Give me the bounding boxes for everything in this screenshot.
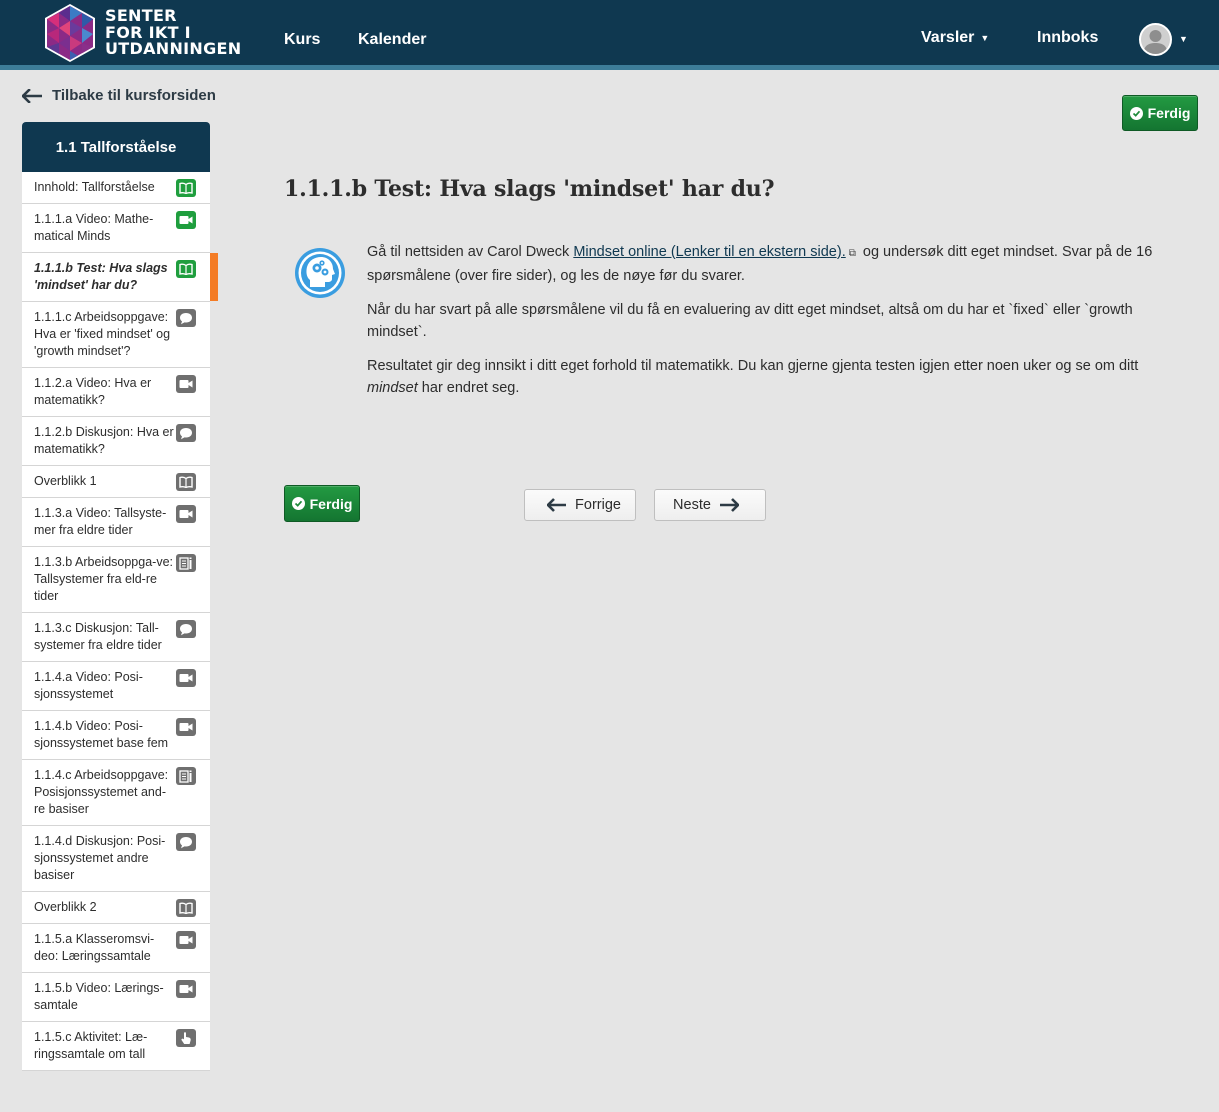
previous-label: Forrige [575, 497, 621, 513]
nav-kurs-link[interactable]: Kurs [284, 31, 320, 49]
avatar[interactable] [1139, 23, 1172, 56]
page-content: Gå til nettsiden av Carol Dweck Mindset … [367, 241, 1177, 411]
chat-icon [176, 424, 196, 442]
arrow-left-icon [22, 88, 42, 103]
chevron-down-icon: ▼ [980, 33, 990, 43]
logo-hexagon-icon [45, 4, 95, 62]
book-icon [176, 179, 196, 197]
sidebar-item[interactable]: 1.1.1.a Video: Mathe-matical Minds [22, 204, 210, 253]
back-to-course-link[interactable]: Tilbake til kursforsiden [22, 87, 216, 104]
next-button[interactable]: Neste [654, 489, 766, 521]
senter-logo[interactable]: SENTER FOR IKT I UTDANNINGEN [44, 4, 241, 62]
top-navigation-bar: SENTER FOR IKT I UTDANNINGEN Kurs Kalend… [0, 0, 1219, 65]
module-sidebar: 1.1 Tallforståelse Innhold: Tallforståel… [22, 122, 218, 1071]
ferdig-button-bottom[interactable]: Ferdig [284, 485, 360, 522]
video-icon [176, 669, 196, 687]
ferdig-button-top[interactable]: Ferdig [1122, 95, 1198, 131]
assignment-icon [176, 767, 196, 785]
avatar-chevron-down-icon[interactable]: ▼ [1179, 34, 1188, 44]
mindset-head-gears-icon [295, 248, 345, 298]
sidebar-item[interactable]: 1.1.3.c Diskusjon: Tall-systemer fra eld… [22, 613, 210, 662]
page-title: 1.1.1.b Test: Hva slags 'mindset' har du… [284, 176, 775, 202]
sidebar-item[interactable]: 1.1.4.b Video: Posi-sjonssystemet base f… [22, 711, 210, 760]
video-icon [176, 211, 196, 229]
sidebar-item-label: 1.1.4.d Diskusjon: Posi-sjonssystemet an… [34, 834, 166, 882]
pointer-icon [176, 1029, 196, 1047]
sidebar-item-label: 1.1.4.b Video: Posi-sjonssystemet base f… [34, 719, 169, 750]
sidebar-item[interactable]: 1.1.1.c Arbeidsoppgave: Hva er 'fixed mi… [22, 302, 210, 368]
sidebar-item-label: 1.1.5.c Aktivitet: Læ-ringssamtale om ta… [34, 1030, 148, 1061]
header-stripe [0, 65, 1219, 70]
sidebar-item-label: 1.1.3.b Arbeidsoppga-ve: Tallsystemer fr… [34, 555, 173, 603]
sidebar-item[interactable]: 1.1.5.b Video: Lærings-samtale [22, 973, 210, 1022]
mindset-online-link[interactable]: Mindset online (Lenker til en ekstern si… [573, 244, 845, 260]
content-paragraph-2: Når du har svart på alle spørsmålene vil… [367, 302, 1133, 340]
sidebar-item-label: 1.1.5.a Klasseromsvi-deo: Læringssamtale [34, 932, 155, 963]
sidebar-item-label: 1.1.1.b Test: Hva slags 'mindset' har du… [34, 261, 168, 292]
chat-icon [176, 833, 196, 851]
video-icon [176, 718, 196, 736]
sidebar-item[interactable]: 1.1.3.a Video: Tallsyste-mer fra eldre t… [22, 498, 210, 547]
external-link-icon: ⧉ [848, 248, 856, 259]
ferdig-label: Ferdig [1147, 105, 1191, 121]
check-circle-icon [1129, 106, 1143, 120]
next-label: Neste [673, 497, 711, 513]
sidebar-item[interactable]: 1.1.4.d Diskusjon: Posi-sjonssystemet an… [22, 826, 210, 892]
sidebar-item-label: 1.1.5.b Video: Lærings-samtale [34, 981, 164, 1012]
sidebar-item-label: 1.1.2.b Diskusjon: Hva er matematikk? [34, 425, 174, 456]
nav-kalender-link[interactable]: Kalender [358, 31, 426, 49]
book-icon [176, 899, 196, 917]
assignment-icon [176, 554, 196, 572]
user-silhouette-icon [1143, 30, 1168, 54]
nav-varsler-menu[interactable]: Varsler ▼ [921, 29, 989, 47]
nav-varsler-label: Varsler [921, 29, 975, 46]
video-icon [176, 375, 196, 393]
video-icon [176, 505, 196, 523]
chat-icon [176, 620, 196, 638]
sidebar-item-list: Innhold: Tallforståelse 1.1.1.a Video: Ma… [22, 172, 218, 1071]
sidebar-title: 1.1 Tallforståelse [22, 122, 210, 172]
chat-icon [176, 309, 196, 327]
video-icon [176, 931, 196, 949]
sidebar-item-label: 1.1.4.c Arbeidsoppgave: Posisjonssysteme… [34, 768, 169, 816]
sidebar-item[interactable]: 1.1.3.b Arbeidsoppga-ve: Tallsystemer fr… [22, 547, 210, 613]
sidebar-item[interactable]: 1.1.1.b Test: Hva slags 'mindset' har du… [22, 253, 218, 302]
p3-text-before: Resultatet gir deg innsikt i ditt eget f… [367, 358, 1139, 374]
book-icon [176, 260, 196, 278]
nav-innboks-link[interactable]: Innboks [1037, 29, 1098, 47]
arrow-left-icon [547, 498, 567, 512]
ferdig-label: Ferdig [309, 495, 353, 512]
sidebar-item-label: 1.1.2.a Video: Hva er matematikk? [34, 376, 152, 407]
sidebar-item[interactable]: Overblikk 1 [22, 466, 210, 498]
video-icon [176, 980, 196, 998]
check-circle-icon [291, 497, 305, 510]
sidebar-item[interactable]: 1.1.4.c Arbeidsoppgave: Posisjonssysteme… [22, 760, 210, 826]
arrow-right-icon [719, 498, 739, 512]
sidebar-item-label: Overblikk 2 [34, 900, 97, 914]
sidebar-item[interactable]: Innhold: Tallforståelse [22, 172, 210, 204]
sidebar-item-label: Overblikk 1 [34, 474, 97, 488]
p1-text-before: Gå til nettsiden av Carol Dweck [367, 244, 574, 260]
content-paragraph-1: Gå til nettsiden av Carol Dweck Mindset … [367, 241, 1177, 287]
back-link-label: Tilbake til kursforsiden [52, 87, 216, 104]
sidebar-item[interactable]: 1.1.2.b Diskusjon: Hva er matematikk? [22, 417, 210, 466]
sidebar-item-label: 1.1.4.a Video: Posi-sjonssystemet [34, 670, 143, 701]
sidebar-item-label: 1.1.3.a Video: Tallsyste-mer fra eldre t… [34, 506, 167, 537]
sidebar-item-label: Innhold: Tallforståelse [34, 180, 155, 194]
p3-text-after: har endret seg. [417, 380, 520, 396]
sidebar-item-label: 1.1.1.a Video: Mathe-matical Minds [34, 212, 154, 243]
sidebar-item-label: 1.1.3.c Diskusjon: Tall-systemer fra eld… [34, 621, 162, 652]
sidebar-item-label: 1.1.1.c Arbeidsoppgave: Hva er 'fixed mi… [34, 310, 171, 358]
logo-text: SENTER FOR IKT I UTDANNINGEN [105, 7, 242, 58]
sidebar-item[interactable]: Overblikk 2 [22, 892, 210, 924]
sidebar-item[interactable]: 1.1.2.a Video: Hva er matematikk? [22, 368, 210, 417]
p3-emphasis: mindset [367, 380, 418, 396]
sidebar-item[interactable]: 1.1.4.a Video: Posi-sjonssystemet [22, 662, 210, 711]
sidebar-item[interactable]: 1.1.5.c Aktivitet: Læ-ringssamtale om ta… [22, 1022, 210, 1071]
previous-button[interactable]: Forrige [524, 489, 636, 521]
book-icon [176, 473, 196, 491]
content-paragraph-3: Resultatet gir deg innsikt i ditt eget f… [367, 355, 1177, 399]
sidebar-item[interactable]: 1.1.5.a Klasseromsvi-deo: Læringssamtale [22, 924, 210, 973]
logo-line-3: UTDANNINGEN [105, 39, 242, 58]
